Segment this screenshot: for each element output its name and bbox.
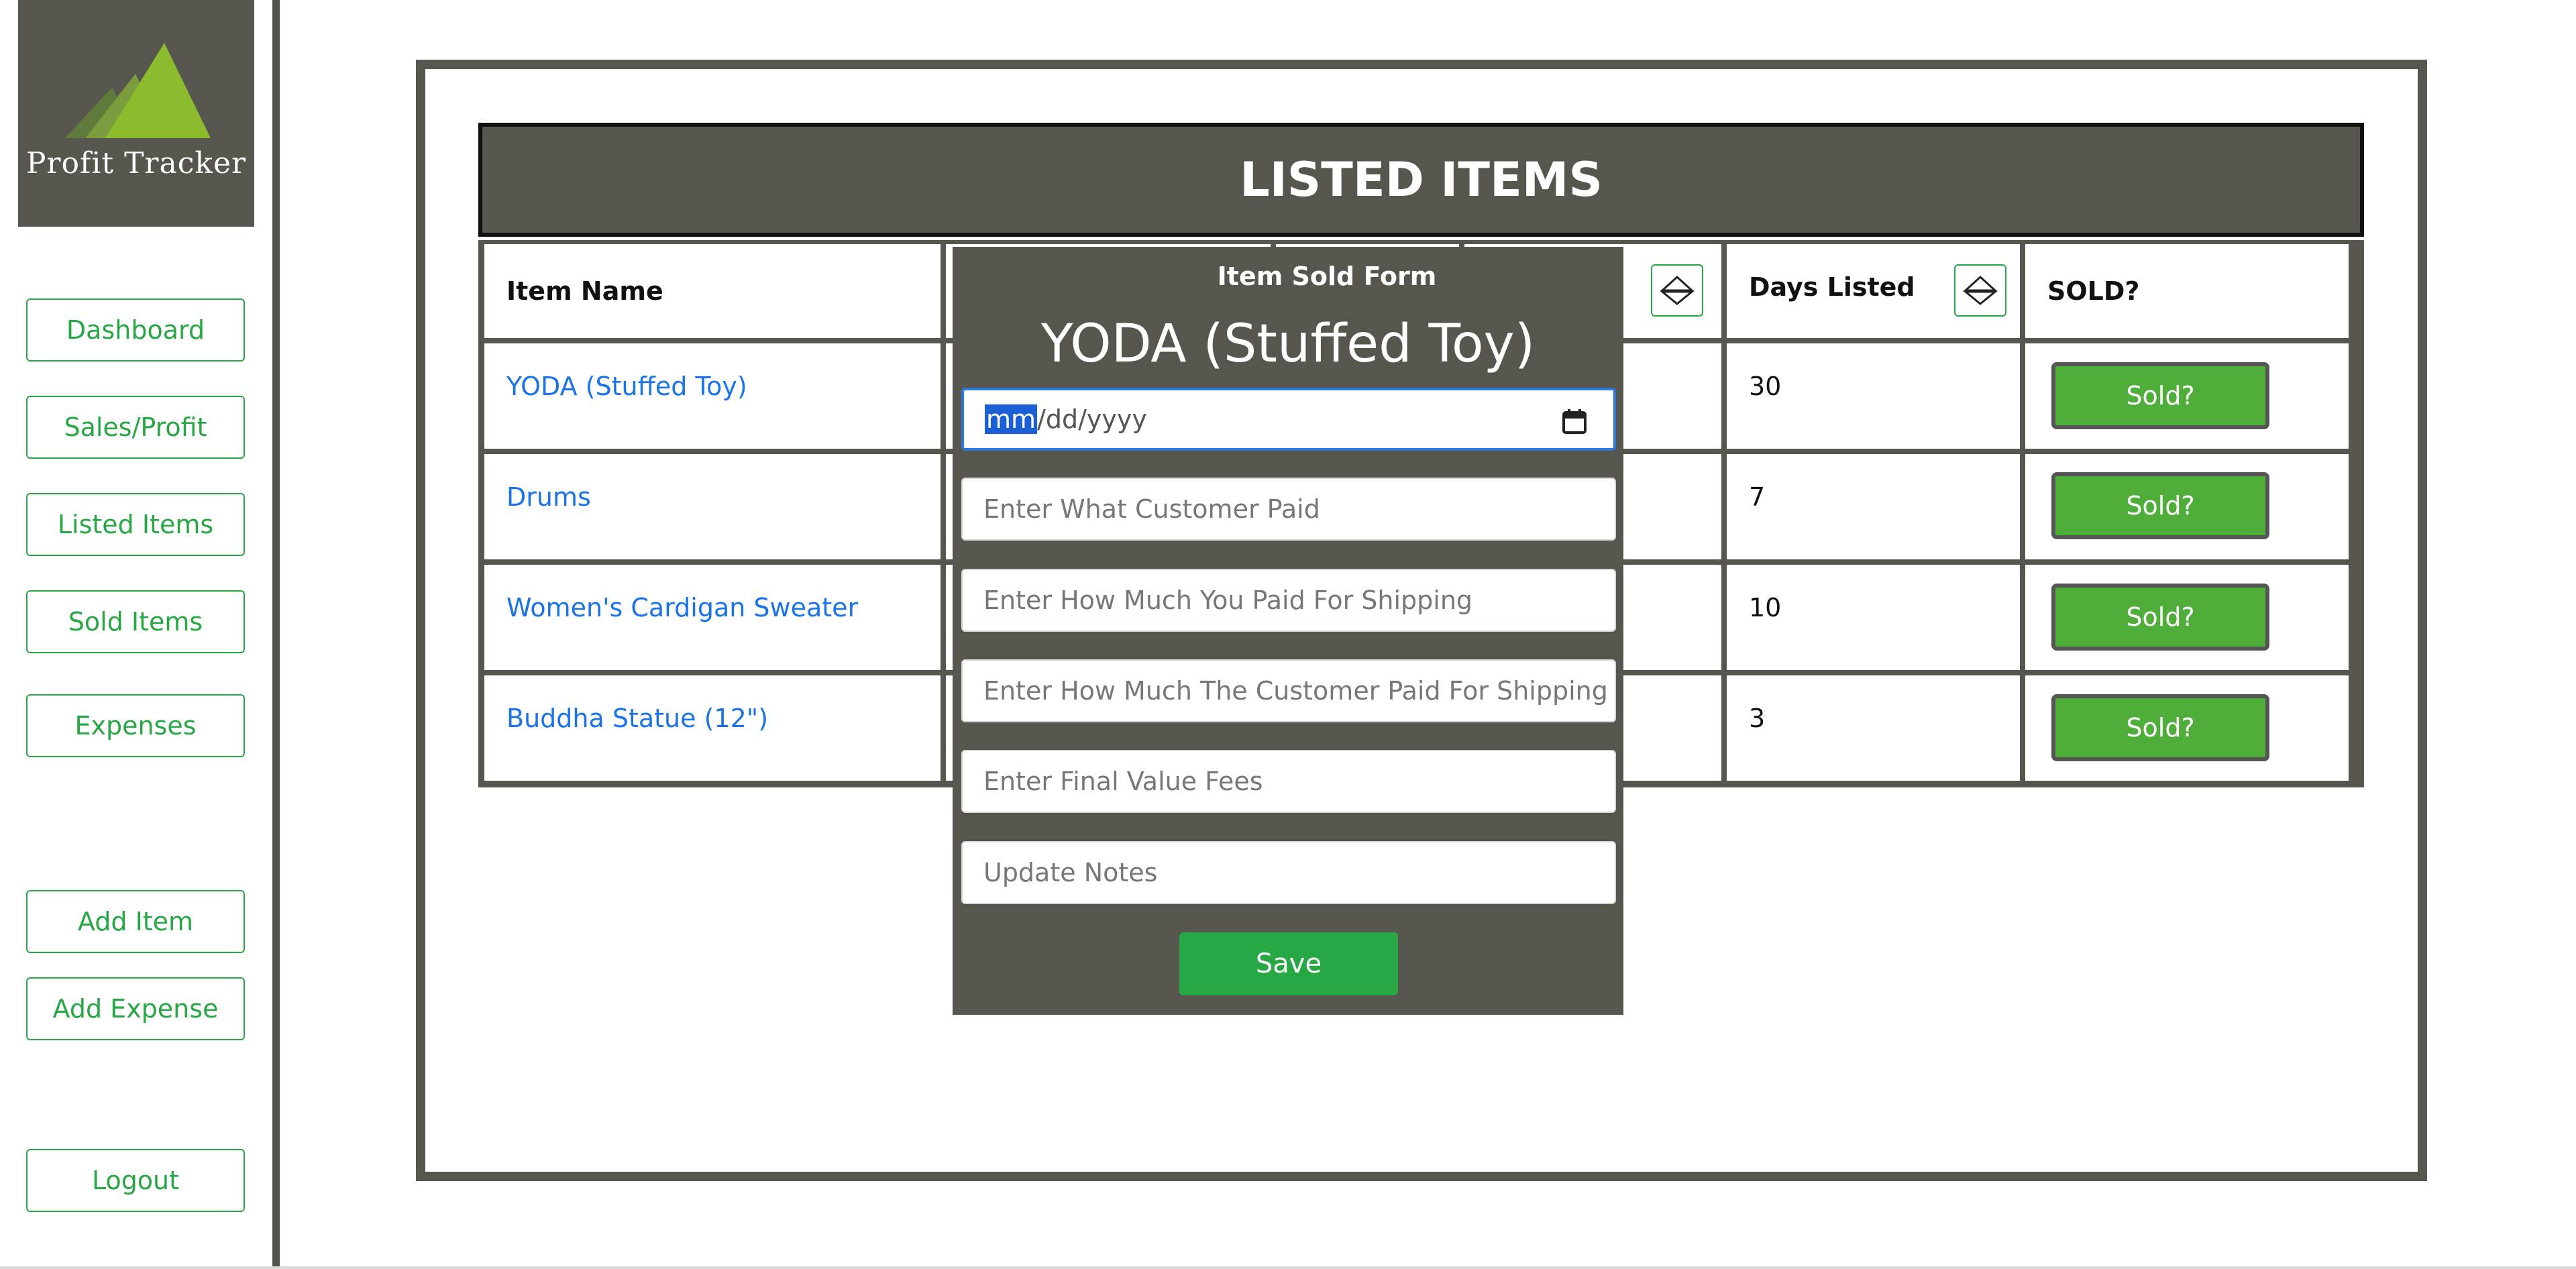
modal-item-title: YODA (Stuffed Toy) [1040, 314, 1536, 374]
item-link[interactable]: Women's Cardigan Sweater [506, 593, 858, 622]
customer-paid-input[interactable]: Enter What Customer Paid [961, 478, 1616, 541]
item-link[interactable]: YODA (Stuffed Toy) [506, 372, 747, 401]
nav-sales-profit-button[interactable]: Sales/Profit [26, 396, 245, 459]
sold-button[interactable]: Sold? [2051, 694, 2269, 761]
item-link[interactable]: Buddha Statue (12") [506, 704, 768, 733]
calendar-icon[interactable] [1561, 408, 1588, 435]
modal-label: Item Sold Form [1217, 262, 1437, 291]
customer-shipping-input[interactable]: Enter How Much The Customer Paid For Shi… [961, 659, 1616, 722]
sidebar-divider [272, 0, 280, 1269]
logo-text: Profit Tracker [25, 146, 247, 180]
days-cell: 10 [1727, 565, 2020, 670]
notes-input[interactable]: Update Notes [961, 841, 1616, 904]
item-sold-modal: Item Sold Form YODA (Stuffed Toy) mm/dd/… [953, 247, 1623, 1015]
days-cell: 7 [1727, 454, 2020, 559]
sold-button[interactable]: Sold? [2051, 584, 2269, 651]
nav-listed-items-button[interactable]: Listed Items [26, 493, 245, 556]
table-title: LISTED ITEMS [478, 123, 2364, 237]
header-days-listed-label: Days Listed [1749, 272, 1915, 302]
bottom-divider [0, 1266, 2576, 1269]
sold-button[interactable]: Sold? [2051, 472, 2269, 539]
date-rest: /dd/yyyy [1037, 404, 1147, 434]
add-expense-button[interactable]: Add Expense [26, 977, 245, 1040]
logo: Profit Tracker [18, 0, 254, 227]
days-cell: 3 [1727, 675, 2020, 781]
nav-expenses-button[interactable]: Expenses [26, 694, 245, 757]
header-sold: SOLD? [2025, 244, 2349, 338]
logout-button[interactable]: Logout [26, 1149, 245, 1212]
sold-button[interactable]: Sold? [2051, 362, 2269, 429]
save-button[interactable]: Save [1179, 932, 1398, 995]
shipping-paid-input[interactable]: Enter How Much You Paid For Shipping [961, 569, 1616, 632]
sort-icon [1962, 275, 1998, 305]
mountain-logo-icon [65, 43, 211, 138]
nav-dashboard-button[interactable]: Dashboard [26, 298, 245, 362]
item-link[interactable]: Drums [506, 482, 591, 512]
header-item-name: Item Name [484, 244, 941, 338]
sold-date-input[interactable]: mm/dd/yyyy [961, 388, 1616, 451]
add-item-button[interactable]: Add Item [26, 890, 245, 953]
final-value-fees-input[interactable]: Enter Final Value Fees [961, 750, 1616, 813]
date-month-segment: mm [985, 404, 1038, 434]
nav-sold-items-button[interactable]: Sold Items [26, 590, 245, 653]
days-cell: 30 [1727, 343, 2020, 449]
sort-days-button[interactable] [1954, 264, 2006, 317]
